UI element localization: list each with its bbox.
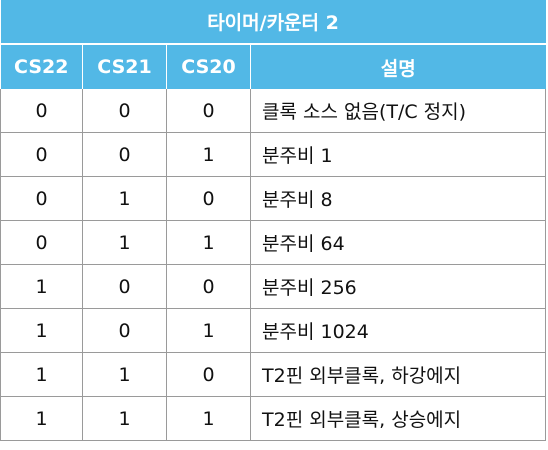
table-row: 0 1 0 분주비 8 [0, 176, 547, 221]
cell-description: T2핀 외부클록, 하강에지 [249, 352, 547, 397]
cell-cs22: 0 [0, 132, 83, 177]
table-title: 타이머/카운터 2 [0, 0, 546, 45]
cell-cs20: 0 [166, 352, 251, 397]
column-header-cs21: CS21 [82, 44, 167, 89]
table-row: 0 0 1 분주비 1 [0, 132, 547, 177]
column-header-cs22: CS22 [0, 44, 83, 89]
column-header-description: 설명 [249, 44, 546, 89]
cell-cs20: 0 [166, 176, 251, 221]
cell-description: 클록 소스 없음(T/C 정지) [249, 89, 547, 133]
cell-cs21: 0 [82, 308, 167, 353]
cell-description: 분주비 1024 [249, 308, 547, 353]
cell-cs20: 1 [166, 308, 251, 353]
table-row: 1 0 1 분주비 1024 [0, 308, 547, 353]
cell-cs20: 1 [166, 220, 251, 265]
cell-cs21: 0 [82, 89, 167, 133]
header-row: CS22 CS21 CS20 설명 [0, 44, 546, 89]
cell-cs22: 1 [0, 396, 83, 441]
cell-cs22: 1 [0, 264, 83, 309]
cell-description: 분주비 256 [249, 264, 547, 309]
cell-cs22: 1 [0, 352, 83, 397]
cell-cs21: 1 [82, 396, 167, 441]
cell-cs20: 0 [166, 264, 251, 309]
timer-counter2-table-wrapper: 타이머/카운터 2 CS22 CS21 CS20 설명 0 0 0 클록 소스 … [0, 0, 547, 441]
table-row: 1 1 1 T2핀 외부클록, 상승에지 [0, 396, 547, 441]
cell-description: T2핀 외부클록, 상승에지 [249, 396, 547, 441]
table-row: 1 1 0 T2핀 외부클록, 하강에지 [0, 352, 547, 397]
cell-description: 분주비 8 [249, 176, 547, 221]
table-row: 0 0 0 클록 소스 없음(T/C 정지) [0, 89, 547, 133]
cell-cs21: 0 [82, 264, 167, 309]
table-row: 0 1 1 분주비 64 [0, 220, 547, 265]
table-row: 1 0 0 분주비 256 [0, 264, 547, 309]
column-header-cs20: CS20 [166, 44, 251, 89]
cell-cs20: 1 [166, 396, 251, 441]
title-row: 타이머/카운터 2 [0, 0, 546, 45]
cell-description: 분주비 64 [249, 220, 547, 265]
cell-cs21: 0 [82, 132, 167, 177]
cell-cs21: 1 [82, 176, 167, 221]
cell-cs20: 1 [166, 132, 251, 177]
cell-cs22: 0 [0, 176, 83, 221]
cell-description: 분주비 1 [249, 132, 547, 177]
cell-cs22: 0 [0, 220, 83, 265]
timer-counter2-prescaler-table: 타이머/카운터 2 CS22 CS21 CS20 설명 0 0 0 클록 소스 … [0, 0, 547, 441]
cell-cs22: 1 [0, 308, 83, 353]
cell-cs20: 0 [166, 89, 251, 133]
cell-cs21: 1 [82, 220, 167, 265]
cell-cs22: 0 [0, 89, 83, 133]
cell-cs21: 1 [82, 352, 167, 397]
